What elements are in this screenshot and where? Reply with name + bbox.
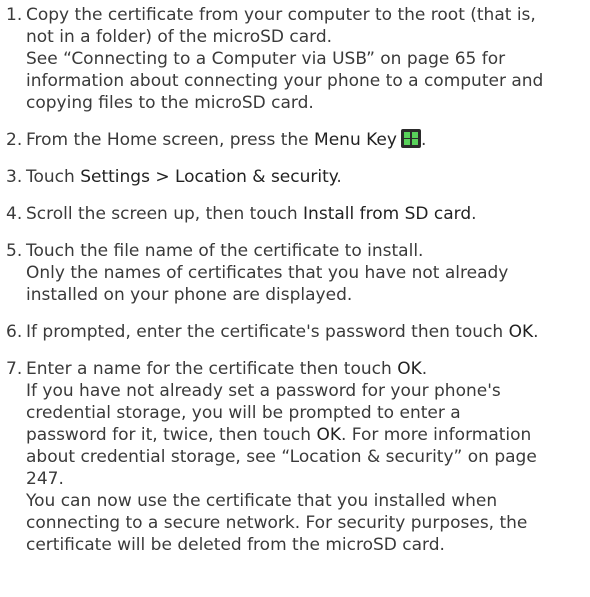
step-number: 6. bbox=[6, 322, 23, 342]
step-line: copying files to the microSD card. bbox=[26, 93, 314, 113]
step-text-segment: password for it, twice, then touch bbox=[26, 425, 317, 445]
step-line: 247. bbox=[26, 469, 64, 489]
step-text: Copy the certificate from your computer … bbox=[26, 4, 584, 114]
menu-key-label: Menu Key bbox=[314, 130, 397, 150]
step-text-segment: Touch bbox=[26, 167, 81, 187]
step-7: 7. Enter a name for the certificate then… bbox=[6, 358, 584, 556]
step-text-segment: Scroll the screen up, then touch bbox=[26, 204, 304, 224]
step-line: Copy the certificate from your computer … bbox=[26, 5, 536, 25]
step-text: Enter a name for the certificate then to… bbox=[26, 358, 584, 556]
step-line: See “Connecting to a Computer via USB” o… bbox=[26, 49, 506, 69]
menu-key-icon bbox=[400, 129, 421, 148]
step-4: 4. Scroll the screen up, then touch Inst… bbox=[6, 203, 584, 225]
ok-label: OK bbox=[508, 322, 534, 342]
ok-label: OK bbox=[316, 425, 341, 445]
step-text-segment: . bbox=[533, 322, 539, 342]
step-number: 4. bbox=[6, 204, 23, 224]
step-2: 2. From the Home screen, press the Menu … bbox=[6, 129, 584, 151]
ok-label: OK bbox=[397, 359, 422, 379]
settings-path-label: Settings > Location & security bbox=[80, 167, 337, 187]
step-text-segment: . bbox=[420, 130, 427, 150]
step-text-segment: . bbox=[471, 204, 477, 224]
step-line: certificate will be deleted from the mic… bbox=[26, 535, 445, 555]
step-line: installed on your phone are displayed. bbox=[26, 285, 353, 305]
step-number: 1. bbox=[6, 5, 23, 25]
step-text-segment: . For more information bbox=[340, 425, 532, 445]
step-line: information about connecting your phone … bbox=[26, 71, 544, 91]
step-text-segment: . bbox=[421, 359, 428, 379]
step-text: If prompted, enter the certificate's pas… bbox=[26, 321, 584, 343]
step-text-segment: If prompted, enter the certificate's pas… bbox=[26, 322, 509, 342]
step-text: From the Home screen, press the Menu Key… bbox=[26, 129, 584, 151]
step-5: 5. Touch the file name of the certificat… bbox=[6, 240, 584, 306]
step-text: Scroll the screen up, then touch Install… bbox=[26, 203, 584, 225]
step-text-segment: . bbox=[336, 167, 342, 187]
step-1: 1. Copy the certificate from your comput… bbox=[6, 4, 584, 114]
step-line: about credential storage, see “Location … bbox=[26, 447, 537, 467]
step-text: Touch Settings > Location & security. bbox=[26, 166, 584, 188]
step-text-segment: Enter a name for the certificate then to… bbox=[26, 359, 398, 379]
step-number: 2. bbox=[6, 130, 23, 150]
step-line: connecting to a secure network. For secu… bbox=[26, 513, 528, 533]
step-line: You can now use the certificate that you… bbox=[26, 491, 498, 511]
step-6: 6. If prompted, enter the certificate's … bbox=[6, 321, 584, 343]
step-line: Touch the file name of the certificate t… bbox=[26, 241, 424, 261]
step-line: Only the names of certificates that you … bbox=[26, 263, 509, 283]
install-from-sd-label: Install from SD card bbox=[303, 204, 472, 224]
step-line: credential storage, you will be prompted… bbox=[26, 403, 461, 423]
step-3: 3. Touch Settings > Location & security. bbox=[6, 166, 584, 188]
step-line: not in a folder) of the microSD card. bbox=[26, 27, 333, 47]
step-number: 5. bbox=[6, 241, 23, 261]
step-line: If you have not already set a password f… bbox=[26, 381, 501, 401]
instruction-page: 1. Copy the certificate from your comput… bbox=[0, 0, 590, 597]
step-text: Touch the file name of the certificate t… bbox=[26, 240, 584, 306]
step-number: 7. bbox=[6, 359, 23, 379]
step-number: 3. bbox=[6, 167, 23, 187]
step-text-segment: From the Home screen, press the bbox=[26, 130, 315, 150]
